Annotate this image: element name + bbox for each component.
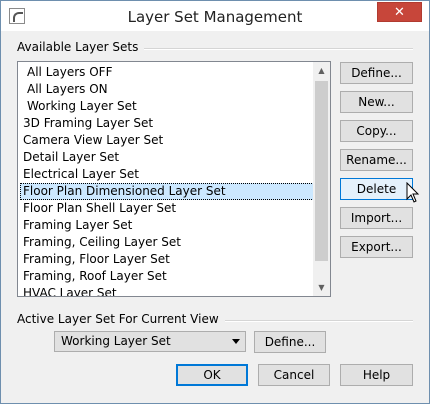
cancel-button[interactable]: Cancel xyxy=(258,364,330,386)
list-item[interactable]: Framing, Roof Layer Set xyxy=(20,268,314,285)
list-item[interactable]: Working Layer Set xyxy=(20,98,314,115)
chevron-down-icon xyxy=(232,339,240,344)
layer-set-list[interactable]: All Layers OFF All Layers ON Working Layer… xyxy=(17,61,331,297)
export-button[interactable]: Export... xyxy=(340,236,413,258)
list-item[interactable]: Electrical Layer Set xyxy=(20,166,314,183)
help-button[interactable]: Help xyxy=(340,364,413,386)
list-item[interactable]: All Layers OFF xyxy=(20,64,314,81)
window-title: Layer Set Management xyxy=(127,8,303,26)
close-icon: ✕ xyxy=(394,5,405,20)
ok-button[interactable]: OK xyxy=(176,364,248,386)
list-item[interactable]: Floor Plan Shell Layer Set xyxy=(20,200,314,217)
list-item[interactable]: Camera View Layer Set xyxy=(20,132,314,149)
define-button[interactable]: Define... xyxy=(340,62,413,84)
scroll-up-arrow-icon[interactable]: ▲ xyxy=(313,62,330,79)
scroll-thumb[interactable] xyxy=(315,81,328,261)
list-item[interactable]: HVAC Layer Set xyxy=(20,285,314,296)
list-item[interactable]: 3D Framing Layer Set xyxy=(20,115,314,132)
list-item[interactable]: All Layers ON xyxy=(20,81,314,98)
mouse-cursor-icon xyxy=(406,182,420,203)
list-item[interactable]: Framing, Floor Layer Set xyxy=(20,251,314,268)
layer-set-management-dialog: Layer Set Management ✕ Available Layer S… xyxy=(0,0,430,404)
available-group-label: Available Layer Sets xyxy=(17,40,145,54)
active-layer-set-dropdown[interactable]: Working Layer Set xyxy=(54,331,246,352)
title-bar: Layer Set Management ✕ xyxy=(1,1,429,31)
active-group-label: Active Layer Set For Current View xyxy=(17,312,225,326)
scroll-down-arrow-icon[interactable]: ▼ xyxy=(313,279,330,296)
active-define-button[interactable]: Define... xyxy=(254,331,326,353)
list-item-selected[interactable]: Floor Plan Dimensioned Layer Set xyxy=(20,183,314,200)
new-button[interactable]: New... xyxy=(340,91,413,113)
active-layer-set-value: Working Layer Set xyxy=(61,334,171,348)
delete-button[interactable]: Delete xyxy=(340,178,413,200)
rename-button[interactable]: Rename... xyxy=(340,149,413,171)
copy-button[interactable]: Copy... xyxy=(340,120,413,142)
import-button[interactable]: Import... xyxy=(340,207,413,229)
list-item[interactable]: Framing Layer Set xyxy=(20,217,314,234)
close-button[interactable]: ✕ xyxy=(377,2,422,22)
list-item[interactable]: Framing, Ceiling Layer Set xyxy=(20,234,314,251)
list-scrollbar[interactable]: ▲ ▼ xyxy=(313,62,330,296)
list-item[interactable]: Detail Layer Set xyxy=(20,149,314,166)
